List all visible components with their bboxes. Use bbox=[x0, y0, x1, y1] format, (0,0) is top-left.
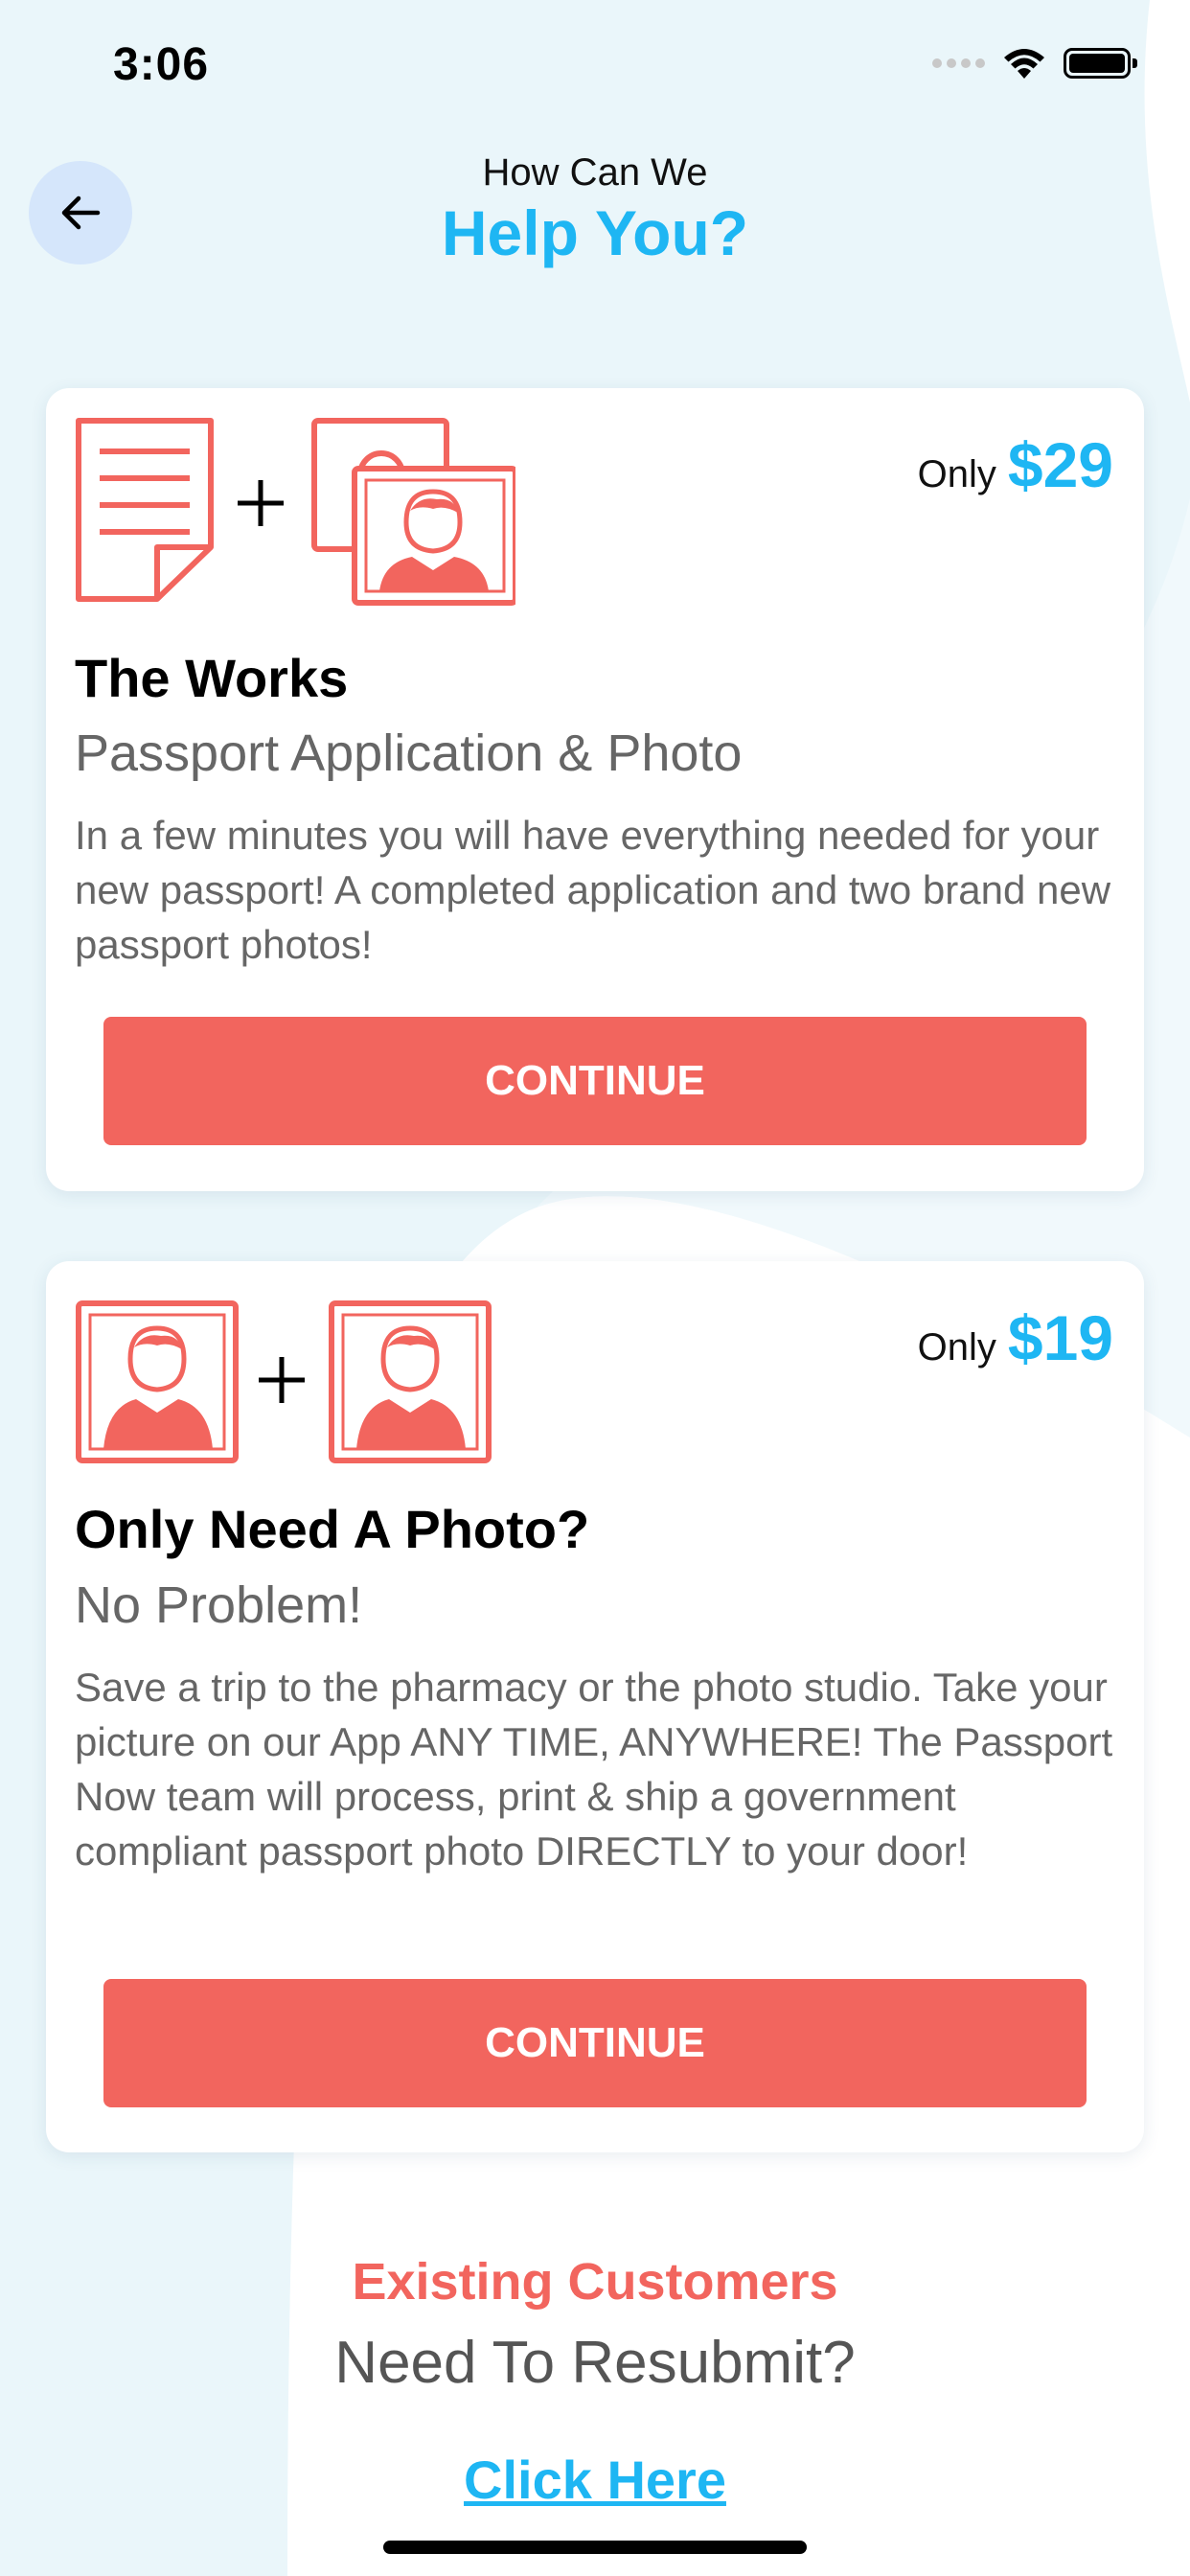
existing-customers-heading: Existing Customers bbox=[352, 2253, 838, 2311]
click-here-link[interactable]: Click Here bbox=[0, 2449, 1190, 2511]
resubmit-prompt: Need To Resubmit? bbox=[334, 2330, 856, 2396]
status-bar: 3:06 bbox=[0, 0, 1190, 134]
arrow-left-icon bbox=[61, 196, 101, 230]
price-tag: Only $19 bbox=[918, 1301, 1113, 1374]
header-subtitle: How Can We bbox=[482, 151, 708, 194]
battery-icon bbox=[1064, 48, 1137, 79]
card-description: In a few minutes you will have everythin… bbox=[75, 813, 1111, 967]
signal-dots-icon bbox=[932, 58, 985, 68]
card-icons bbox=[76, 1300, 492, 1463]
price-value: $19 bbox=[1007, 1302, 1113, 1373]
price-tag: Only $29 bbox=[918, 428, 1113, 501]
status-time: 3:06 bbox=[113, 39, 210, 90]
card-title: Only Need A Photo? bbox=[75, 1499, 590, 1559]
service-card-photo-only: Only $19 Only Need A Photo? No Problem! … bbox=[46, 1261, 1144, 2152]
card-subtitle: No Problem! bbox=[75, 1576, 363, 1634]
card-subtitle: Passport Application & Photo bbox=[75, 724, 743, 782]
price-prefix: Only bbox=[917, 1326, 996, 1368]
page-title: Help You? bbox=[441, 197, 749, 268]
card-description: Save a trip to the pharmacy or the photo… bbox=[75, 1665, 1113, 1874]
service-card-the-works: Only $29 The Works Passport Application … bbox=[46, 388, 1144, 1191]
plus-icon bbox=[259, 1357, 305, 1403]
home-indicator[interactable] bbox=[383, 2541, 807, 2554]
card-title: The Works bbox=[75, 648, 349, 708]
photo-icon bbox=[329, 1300, 492, 1463]
price-prefix: Only bbox=[917, 453, 996, 495]
continue-button[interactable]: CONTINUE bbox=[103, 1979, 1087, 2107]
price-value: $29 bbox=[1007, 429, 1113, 500]
status-icons bbox=[932, 42, 1137, 84]
document-icon bbox=[76, 418, 214, 602]
stacked-photos-icon bbox=[311, 418, 515, 606]
plus-icon bbox=[238, 480, 284, 526]
wifi-icon bbox=[1004, 49, 1044, 79]
photo-icon bbox=[76, 1300, 239, 1463]
back-button[interactable] bbox=[29, 161, 132, 264]
card-icons bbox=[76, 418, 515, 606]
continue-button[interactable]: CONTINUE bbox=[103, 1017, 1087, 1145]
